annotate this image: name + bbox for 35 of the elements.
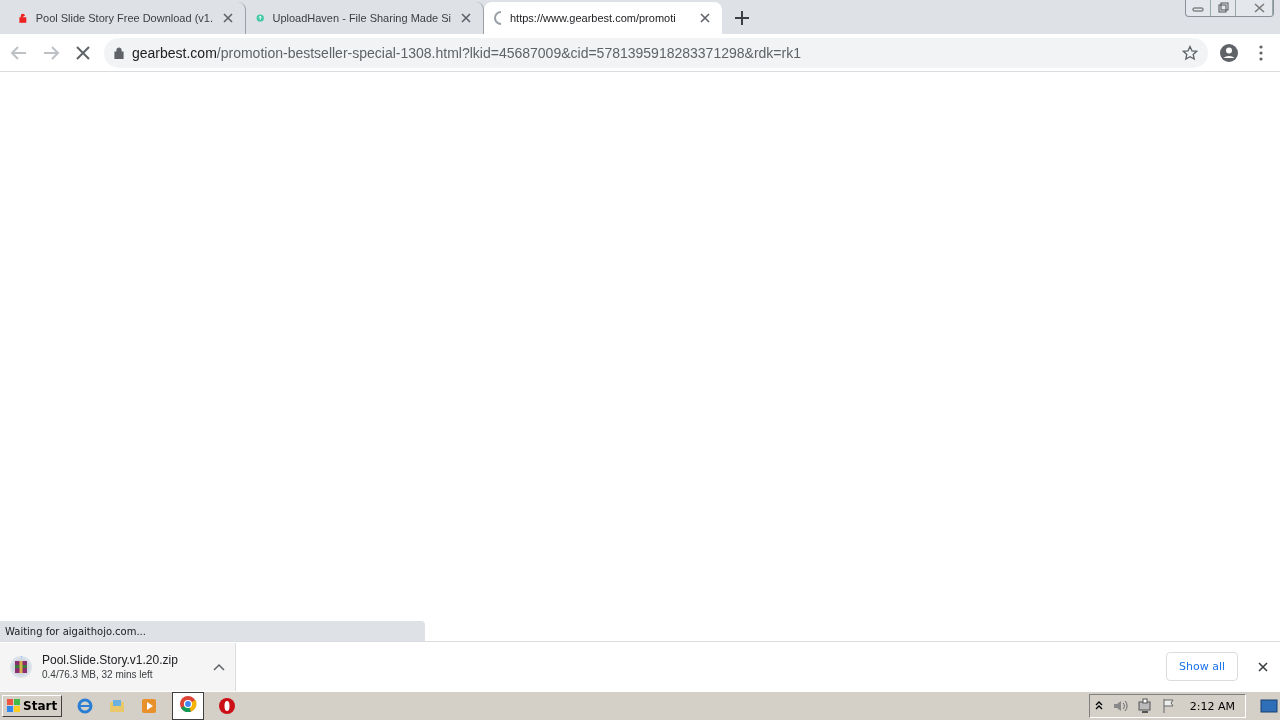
internet-explorer-icon[interactable] <box>76 697 95 715</box>
chevron-up-icon[interactable] <box>1093 700 1104 712</box>
windows-logo-icon <box>7 699 21 713</box>
download-item[interactable]: Pool.Slide.Story.v1.20.zip 0.4/76.3 MB, 32 mins left <box>0 642 236 691</box>
network-icon[interactable] <box>1137 698 1154 714</box>
media-player-icon[interactable] <box>140 697 159 715</box>
new-tab-icon[interactable] <box>732 8 752 28</box>
cloud-icon <box>256 11 265 25</box>
close-icon[interactable] <box>459 11 473 25</box>
show-all-button[interactable]: Show all <box>1165 652 1238 681</box>
start-button[interactable]: Start <box>2 695 63 717</box>
close-icon[interactable] <box>698 11 712 25</box>
chrome-icon[interactable] <box>179 695 198 713</box>
profile-icon[interactable] <box>1218 41 1240 64</box>
star-icon[interactable] <box>1182 44 1198 61</box>
url-path: /promotion-bestseller-special-1308.html?lkid=45687009&cid=5781395918283371298&rdk=rk1 <box>216 44 801 61</box>
lock-icon <box>18 11 28 25</box>
download-size-text: 0.4/76.3 MB, 32 mins left <box>42 669 154 680</box>
flag-icon[interactable] <box>1161 698 1176 714</box>
file-name: Pool.Slide.Story.v1.20.zip <box>42 653 179 667</box>
status-bubble: Waiting for aigaithojo.com... <box>0 621 425 641</box>
url-host: gearbest.com <box>132 44 217 61</box>
archive-icon <box>10 655 32 678</box>
address-bar[interactable]: gearbest.com/promotion-bestseller-special-1308.html?lkid=45687009&cid=5781395918283371298&rdk=rk1 <box>104 37 1208 68</box>
loading-spinner-icon <box>494 11 502 25</box>
caret-icon[interactable] <box>213 662 225 671</box>
clock: 2:12 AM <box>1188 699 1236 713</box>
speaker-icon[interactable] <box>1111 698 1130 714</box>
browser-tab[interactable]: Pool Slide Story Free Download (v1. <box>8 2 246 34</box>
show-desktop-icon[interactable] <box>1260 698 1278 714</box>
close-icon[interactable] <box>1256 659 1270 674</box>
close-icon[interactable] <box>221 11 235 25</box>
opera-icon[interactable] <box>218 697 237 715</box>
browser-tab[interactable]: https://www.gearbest.com/promoti <box>484 2 722 34</box>
lock-icon <box>114 46 124 59</box>
